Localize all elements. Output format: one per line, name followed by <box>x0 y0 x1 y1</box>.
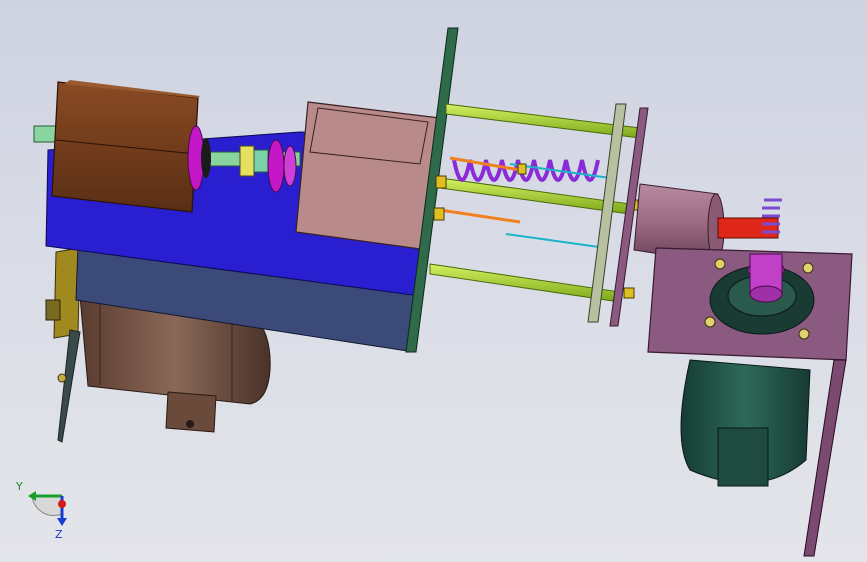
left-bracket[interactable] <box>45 247 81 443</box>
bearing-block[interactable] <box>295 101 441 251</box>
y-axis-head-icon <box>28 491 36 501</box>
z-axis-label: Z <box>55 528 63 541</box>
mount-leg[interactable] <box>803 359 847 557</box>
y-axis-label: Y <box>15 480 23 493</box>
guide-rod-middle[interactable] <box>439 177 631 215</box>
cad-viewport[interactable]: Y Z <box>0 0 867 562</box>
x-axis-dot-icon <box>58 500 66 508</box>
z-axis-head-icon <box>57 518 67 526</box>
guide-rod-top[interactable] <box>445 103 641 139</box>
assembly-model[interactable] <box>0 0 867 562</box>
output-shaft[interactable] <box>717 217 779 239</box>
triad-sphere <box>31 495 63 517</box>
worm-gear[interactable] <box>747 253 785 303</box>
motor-housing[interactable] <box>51 80 200 213</box>
coordinate-triad: Y Z <box>15 480 67 541</box>
